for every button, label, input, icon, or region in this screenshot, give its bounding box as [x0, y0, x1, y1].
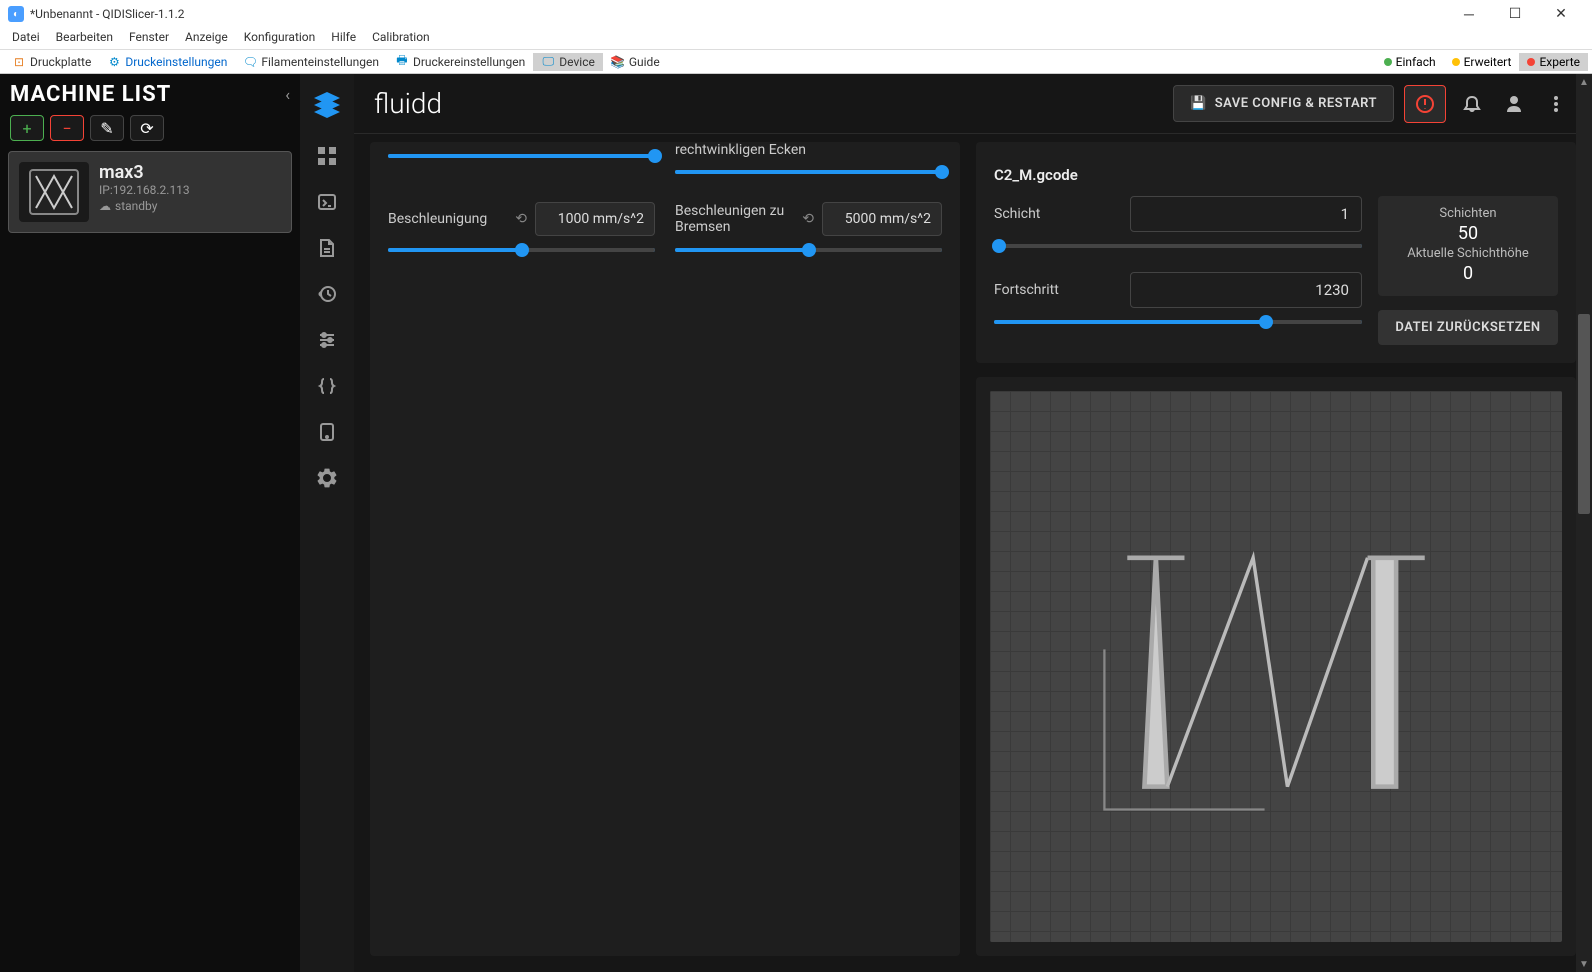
controls-card: rechtwinkligen Ecken Beschleunigung — [370, 142, 960, 956]
dashboard-icon[interactable] — [315, 144, 339, 168]
accel-label: Beschleunigung — [388, 211, 507, 227]
mode-experte[interactable]: Experte — [1519, 53, 1588, 71]
machine-thumbnail — [19, 162, 89, 222]
file-card: C2_M.gcode Schicht — [976, 142, 1576, 956]
bell-icon[interactable] — [1456, 88, 1488, 120]
menu-fenster[interactable]: Fenster — [121, 28, 177, 49]
machine-item-max3[interactable]: max3 IP:192.168.2.113 ☁ standby — [8, 151, 292, 233]
brake-label: Beschleunigen zu Bremsen — [675, 203, 794, 235]
file-icon[interactable] — [315, 236, 339, 260]
scroll-down-icon[interactable]: ▼ — [1579, 956, 1589, 972]
edit-machine-button[interactable]: ✎ — [90, 115, 124, 141]
remove-machine-button[interactable]: − — [50, 115, 84, 141]
collapse-button[interactable]: ‹ — [285, 85, 290, 104]
save-icon: 💾 — [1190, 96, 1207, 111]
tool-druckplatte[interactable]: ⊡ Druckplatte — [4, 53, 99, 71]
menu-dots-icon[interactable] — [1540, 88, 1572, 120]
ecken-label: rechtwinkligen Ecken — [675, 142, 942, 158]
gcode-filename: C2_M.gcode — [994, 160, 1558, 196]
aktuelle-label: Aktuelle Schichthöhe — [1392, 246, 1544, 261]
refresh-machines-button[interactable]: ⟳ — [130, 115, 164, 141]
fluidd-title: fluidd — [374, 87, 442, 120]
device-icon: 🖵 — [541, 55, 555, 69]
schicht-slider[interactable] — [994, 244, 1362, 248]
accel-input[interactable] — [535, 202, 655, 236]
machine-list-panel: MACHINE LIST ‹ + − ✎ ⟳ max3 IP:192.168.2… — [0, 74, 300, 972]
console-icon[interactable] — [315, 190, 339, 214]
schicht-input[interactable] — [1130, 196, 1362, 232]
mode-einfach[interactable]: Einfach — [1376, 53, 1444, 71]
fortschritt-input[interactable] — [1130, 272, 1362, 308]
machine-status: ☁ standby — [99, 199, 281, 213]
printer-icon: 🖶 — [395, 55, 409, 69]
tune-icon[interactable] — [315, 328, 339, 352]
app-icon: ◐ — [8, 6, 24, 22]
settings-icon[interactable] — [315, 466, 339, 490]
tool-guide[interactable]: 📚 Guide — [603, 53, 668, 71]
reset-file-button[interactable]: DATEI ZURÜCKSETZEN — [1378, 310, 1558, 345]
maximize-button[interactable]: ☐ — [1492, 0, 1538, 28]
history-icon[interactable] — [315, 282, 339, 306]
ecken-slider[interactable] — [675, 170, 942, 174]
schichten-label: Schichten — [1392, 206, 1544, 221]
brake-slider[interactable] — [675, 248, 942, 252]
menubar: Datei Bearbeiten Fenster Anzeige Konfigu… — [0, 28, 1592, 50]
machine-list-title: MACHINE LIST — [10, 82, 171, 107]
stats-box: Schichten 50 Aktuelle Schichthöhe 0 — [1378, 196, 1558, 296]
refresh-icon[interactable]: ⟲ — [515, 211, 527, 227]
fluidd-header: fluidd 💾 SAVE CONFIG & RESTART — [354, 74, 1592, 134]
guide-icon: 📚 — [611, 55, 625, 69]
schichten-value: 50 — [1392, 223, 1544, 244]
menu-bearbeiten[interactable]: Bearbeiten — [48, 28, 121, 49]
tool-device[interactable]: 🖵 Device — [533, 53, 603, 71]
close-button[interactable]: ✕ — [1538, 0, 1584, 28]
machine-name: max3 — [99, 162, 281, 183]
tool-druckeinstellungen[interactable]: ⚙ Druckeinstellungen — [99, 53, 235, 71]
braces-icon[interactable] — [315, 374, 339, 398]
fluidd-panel: fluidd 💾 SAVE CONFIG & RESTART — [300, 74, 1592, 972]
fortschritt-slider[interactable] — [994, 320, 1362, 324]
scroll-up-icon[interactable]: ▲ — [1579, 74, 1589, 90]
toolbar: ⊡ Druckplatte ⚙ Druckeinstellungen 🗨 Fil… — [0, 50, 1592, 74]
dot-green-icon — [1384, 58, 1392, 66]
menu-calibration[interactable]: Calibration — [364, 28, 438, 49]
menu-konfiguration[interactable]: Konfiguration — [236, 28, 324, 49]
gear-icon: ⚙ — [107, 55, 121, 69]
alert-button[interactable] — [1404, 85, 1446, 123]
titlebar: ◐ *Unbenannt - QIDISlicer-1.1.2 ─ ☐ ✕ — [0, 0, 1592, 28]
fluidd-nav — [300, 74, 354, 972]
cloud-icon: ☁ — [99, 199, 111, 213]
menu-datei[interactable]: Datei — [4, 28, 48, 49]
speed-slider[interactable] — [388, 154, 655, 158]
dot-yellow-icon — [1452, 58, 1460, 66]
fluidd-logo-icon[interactable] — [310, 88, 344, 122]
fortschritt-label: Fortschritt — [994, 282, 1114, 298]
tool-drucker[interactable]: 🖶 Druckereinstellungen — [387, 53, 533, 71]
user-icon[interactable] — [1498, 88, 1530, 120]
tool-filament[interactable]: 🗨 Filamenteinstellungen — [235, 53, 387, 71]
scrollbar[interactable]: ▲ ▼ — [1576, 74, 1592, 972]
menu-hilfe[interactable]: Hilfe — [323, 28, 364, 49]
plate-icon: ⊡ — [12, 55, 26, 69]
machine-ip: IP:192.168.2.113 — [99, 183, 281, 197]
schicht-label: Schicht — [994, 206, 1114, 222]
brake-input[interactable] — [822, 202, 942, 236]
server-icon[interactable] — [315, 420, 339, 444]
menu-anzeige[interactable]: Anzeige — [177, 28, 236, 49]
aktuelle-value: 0 — [1392, 263, 1544, 284]
gcode-preview — [976, 377, 1576, 956]
scroll-thumb[interactable] — [1578, 314, 1590, 514]
window-title: *Unbenannt - QIDISlicer-1.1.2 — [30, 7, 185, 21]
filament-icon: 🗨 — [243, 55, 257, 69]
dot-red-icon — [1527, 58, 1535, 66]
save-config-button[interactable]: 💾 SAVE CONFIG & RESTART — [1173, 85, 1394, 122]
mode-erweitert[interactable]: Erweitert — [1444, 53, 1520, 71]
refresh-icon[interactable]: ⟲ — [802, 211, 814, 227]
minimize-button[interactable]: ─ — [1446, 0, 1492, 28]
accel-slider[interactable] — [388, 248, 655, 252]
add-machine-button[interactable]: + — [10, 115, 44, 141]
